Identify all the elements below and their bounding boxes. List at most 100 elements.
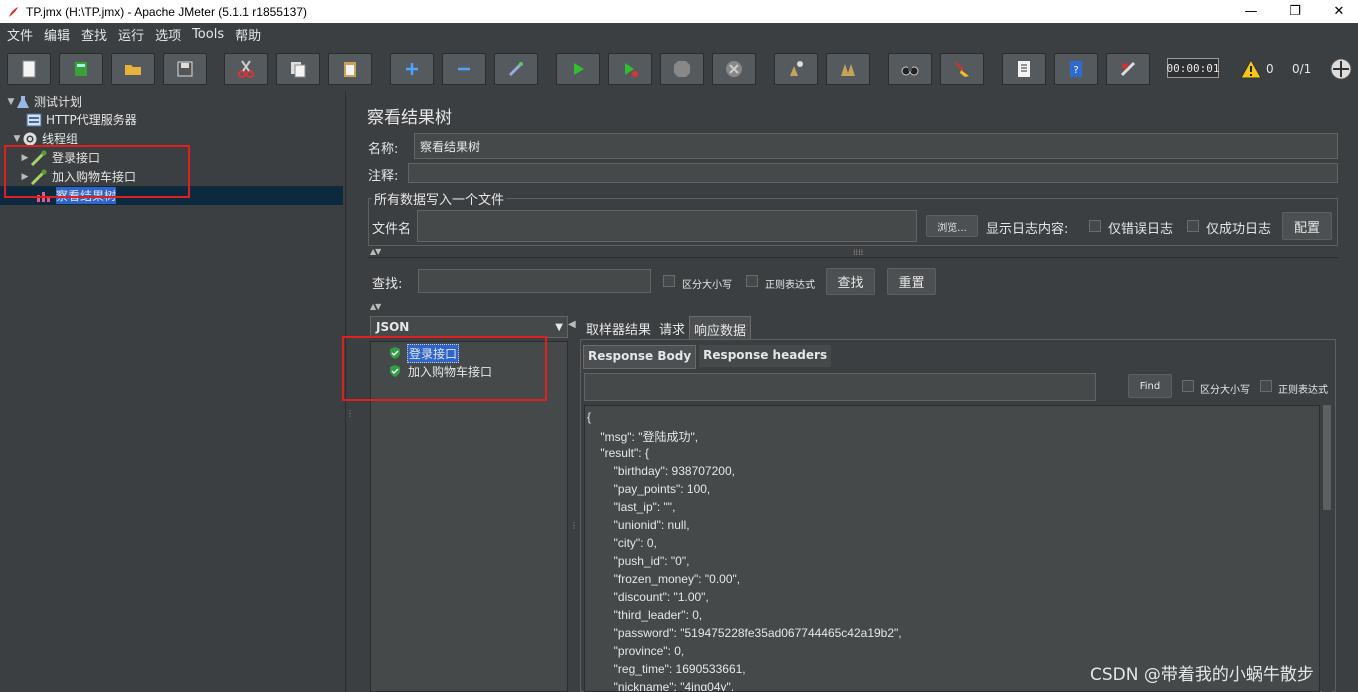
tab-request[interactable]: 请求 bbox=[655, 316, 689, 338]
clear-all-icon bbox=[841, 64, 855, 76]
search-button[interactable] bbox=[888, 53, 932, 85]
remote-start-all-icon[interactable] bbox=[1329, 57, 1353, 81]
result-tabs: 取样器结果 请求 响应数据 bbox=[582, 316, 752, 339]
find-button[interactable]: Find bbox=[1128, 374, 1172, 398]
errors-only-checkbox[interactable] bbox=[1089, 220, 1101, 232]
expand-all-button[interactable] bbox=[390, 53, 434, 85]
response-line: "province": 0, bbox=[587, 644, 685, 658]
warning-icon[interactable] bbox=[1240, 59, 1262, 79]
chevron-down-icon[interactable]: ▼ bbox=[12, 134, 22, 144]
cut-button[interactable] bbox=[224, 53, 268, 85]
clear-all-button[interactable] bbox=[826, 53, 870, 85]
find-case-label: 区分大小写 bbox=[1200, 385, 1250, 396]
function-helper-button[interactable] bbox=[1002, 53, 1046, 85]
proxy-server-icon bbox=[26, 113, 42, 126]
scrollbar-thumb[interactable] bbox=[1323, 405, 1331, 510]
stop-button[interactable] bbox=[660, 53, 704, 85]
toggle-icon bbox=[508, 61, 524, 77]
active-threads: 0/1 bbox=[1292, 62, 1312, 76]
response-line: "discount": "1.00", bbox=[587, 590, 709, 604]
response-line: "pay_points": 100, bbox=[587, 482, 711, 496]
menu-run[interactable]: 运行 bbox=[118, 25, 144, 44]
collapse-left-icon[interactable]: ◀ bbox=[568, 319, 576, 330]
divider-line bbox=[368, 257, 1338, 258]
menu-edit[interactable]: 编辑 bbox=[44, 25, 70, 44]
new-icon bbox=[22, 60, 36, 78]
restore-icon[interactable]: ❐ bbox=[1272, 0, 1318, 23]
configure-button[interactable]: 配置 bbox=[1282, 212, 1332, 240]
response-line: { bbox=[587, 410, 592, 424]
log-content-label: 显示日志内容: bbox=[986, 222, 1069, 237]
watermark: CSDN @带着我的小蜗牛散步 bbox=[1090, 665, 1314, 685]
response-line: "push_id": "0", bbox=[587, 554, 690, 568]
success-only-checkbox[interactable] bbox=[1187, 220, 1199, 232]
errors-only-label: 仅错误日志 bbox=[1108, 222, 1174, 237]
find-input[interactable] bbox=[584, 373, 1096, 401]
response-line: "last_ip": "", bbox=[587, 500, 676, 514]
menu-bar: 文件 编辑 查找 运行 选项 Tools 帮助 bbox=[0, 23, 1358, 45]
find-regex-label: 正则表达式 bbox=[1278, 385, 1328, 396]
renderer-select[interactable]: JSON ▼ bbox=[370, 316, 568, 338]
cut-icon bbox=[238, 60, 254, 78]
remote-button[interactable] bbox=[1106, 53, 1150, 85]
stop-icon bbox=[674, 61, 690, 77]
name-label: 名称: bbox=[368, 142, 399, 157]
divider-grip: ⁞⁞⁞⁞ bbox=[853, 248, 864, 257]
menu-file[interactable]: 文件 bbox=[7, 25, 33, 44]
paste-button[interactable] bbox=[328, 53, 372, 85]
tree-node-http-proxy[interactable]: HTTP代理服务器 bbox=[26, 110, 137, 129]
clear-button[interactable] bbox=[774, 53, 818, 85]
tree-node-test-plan[interactable]: ▼ 测试计划 bbox=[6, 92, 82, 111]
divider-arrows-icon[interactable]: ▲▼ bbox=[370, 247, 381, 256]
menu-help[interactable]: 帮助 bbox=[235, 25, 261, 44]
title-bar: TP.jmx (H:\TP.jmx) - Apache JMeter (5.1.… bbox=[0, 0, 1358, 23]
menu-options[interactable]: 选项 bbox=[155, 25, 181, 44]
help-icon: ? bbox=[1070, 61, 1082, 77]
reset-search-button[interactable] bbox=[940, 53, 984, 85]
tree-label-http-proxy: HTTP代理服务器 bbox=[46, 113, 137, 127]
open-button[interactable] bbox=[111, 53, 155, 85]
new-button[interactable] bbox=[7, 53, 51, 85]
help-button[interactable]: ? bbox=[1054, 53, 1098, 85]
comment-field[interactable] bbox=[408, 163, 1338, 183]
close-icon[interactable]: ✕ bbox=[1316, 0, 1358, 23]
search-input[interactable] bbox=[418, 269, 651, 293]
renderer-value: JSON bbox=[376, 320, 410, 334]
start-button[interactable] bbox=[556, 53, 600, 85]
shutdown-button[interactable] bbox=[712, 53, 756, 85]
save-icon bbox=[177, 61, 193, 77]
templates-button[interactable] bbox=[59, 53, 103, 85]
svg-text:?: ? bbox=[1073, 65, 1078, 76]
clear-icon bbox=[790, 61, 803, 76]
menu-tools[interactable]: Tools bbox=[192, 27, 224, 42]
templates-icon bbox=[75, 62, 87, 76]
reset-button[interactable]: 重置 bbox=[887, 268, 936, 295]
search-button[interactable]: 查找 bbox=[826, 268, 875, 295]
filename-input[interactable] bbox=[417, 210, 917, 242]
find-case-checkbox[interactable] bbox=[1182, 380, 1194, 392]
chevron-down-icon[interactable]: ▼ bbox=[6, 97, 16, 107]
response-body-text[interactable]: { "msg": "登陆成功", "result": { "birthday":… bbox=[584, 405, 1320, 692]
collapse-all-button[interactable] bbox=[442, 53, 486, 85]
minimize-icon[interactable]: — bbox=[1228, 0, 1274, 23]
browse-button[interactable]: 浏览... bbox=[926, 215, 978, 237]
elapsed-timer: 00:00:01 bbox=[1167, 58, 1220, 78]
tab-response-headers[interactable]: Response headers bbox=[699, 345, 832, 367]
success-only-label: 仅成功日志 bbox=[1206, 222, 1272, 237]
divider-arrows-icon[interactable]: ▲▼ bbox=[370, 302, 381, 311]
toggle-button[interactable] bbox=[494, 53, 538, 85]
tab-sampler-result[interactable]: 取样器结果 bbox=[582, 316, 655, 338]
start-no-pause-button[interactable] bbox=[608, 53, 652, 85]
response-scrollbar[interactable] bbox=[1322, 405, 1332, 692]
case-sensitive-checkbox[interactable] bbox=[663, 275, 675, 287]
tab-response-data[interactable]: 响应数据 bbox=[689, 316, 752, 339]
tab-response-body[interactable]: Response Body bbox=[583, 345, 697, 369]
menu-search[interactable]: 查找 bbox=[81, 25, 107, 44]
response-line: "frozen_money": "0.00", bbox=[587, 572, 741, 586]
save-button[interactable] bbox=[163, 53, 207, 85]
case-sensitive-label: 区分大小写 bbox=[682, 280, 732, 291]
find-regex-checkbox[interactable] bbox=[1260, 380, 1272, 392]
name-field[interactable]: 察看结果树 bbox=[414, 133, 1338, 159]
copy-button[interactable] bbox=[276, 53, 320, 85]
regex-checkbox[interactable] bbox=[746, 275, 758, 287]
